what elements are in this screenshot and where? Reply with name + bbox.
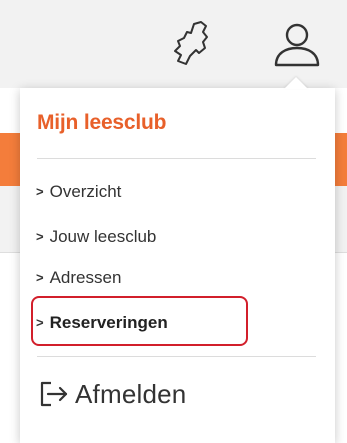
menu-title: Mijn leesclub xyxy=(37,111,167,134)
user-account-icon[interactable] xyxy=(272,22,322,68)
logout-label: Afmelden xyxy=(75,378,187,409)
dropdown-caret xyxy=(284,77,308,89)
menu-item-label: Jouw leesclub xyxy=(49,227,157,246)
menu-item-label: Adressen xyxy=(49,268,122,287)
menu-divider-bottom xyxy=(37,356,316,357)
highlight-outline xyxy=(31,296,248,346)
logout-button[interactable]: Afmelden xyxy=(37,374,186,414)
chevron-right-icon: > xyxy=(36,228,44,244)
menu-item-adressen[interactable]: > Adressen xyxy=(36,264,286,292)
logout-icon xyxy=(40,381,68,407)
menu-item-jouw-leesclub[interactable]: > Jouw leesclub xyxy=(36,223,286,251)
chevron-right-icon: > xyxy=(36,269,44,285)
menu-item-overzicht[interactable]: > Overzicht xyxy=(36,178,286,206)
menu-divider-top xyxy=(37,158,316,159)
chevron-right-icon: > xyxy=(36,183,44,199)
map-netherlands-icon[interactable] xyxy=(172,20,210,68)
menu-item-label: Overzicht xyxy=(49,182,122,201)
